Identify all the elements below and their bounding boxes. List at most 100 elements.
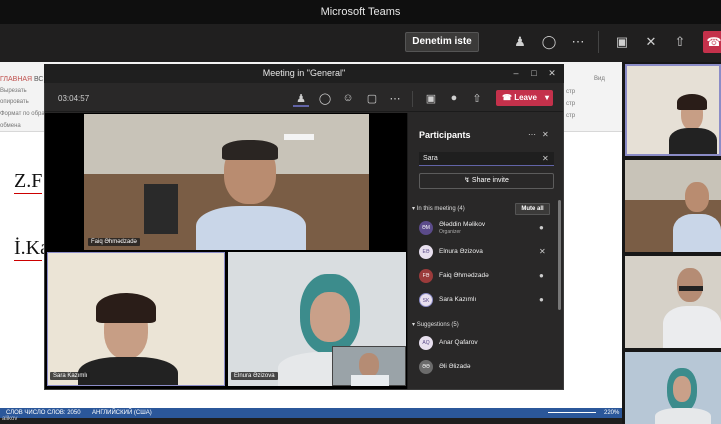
rooms-icon[interactable]: ▢	[364, 92, 380, 105]
meeting-share-icon[interactable]: ⇧	[469, 92, 485, 105]
word-right-line-3: стр	[566, 113, 576, 119]
word-format-painter[interactable]: Формат по образ	[0, 111, 47, 117]
video-tile-faiq[interactable]	[84, 114, 369, 250]
chevron-down-icon[interactable]: ▾	[545, 90, 549, 106]
avatar: SK	[419, 293, 433, 307]
participant-row[interactable]: EƏ Elnura Əzizova ✕	[419, 245, 554, 261]
suggestion-row[interactable]: ƏƏ Əli Əlizadə	[419, 360, 554, 376]
participant-role: Organizer	[439, 229, 461, 235]
chat-icon[interactable]: ◯	[317, 92, 333, 105]
leave-label: Leave	[514, 93, 537, 102]
word-body-line-1: Z.F	[14, 170, 43, 192]
mute-all-button[interactable]: Mute all	[515, 203, 550, 215]
participant-search-input[interactable]: Sara	[419, 152, 554, 166]
shirt	[196, 206, 306, 250]
participant-row[interactable]: SK Sara Kazımlı ●	[419, 293, 554, 309]
clear-search-icon[interactable]: ✕	[542, 154, 549, 163]
people-icon[interactable]: ♟	[511, 34, 529, 50]
word-copy[interactable]: опировать	[0, 99, 29, 105]
wall-screen	[144, 184, 178, 234]
participants-icon[interactable]: ♟	[293, 92, 309, 107]
word-clipboard-label: обмена	[0, 123, 21, 129]
mic-off-icon[interactable]: ✕	[642, 34, 660, 50]
video-tile-sara[interactable]	[47, 252, 225, 386]
phone-icon: ☎	[502, 93, 512, 102]
self-shirt	[351, 375, 389, 386]
glasses	[679, 286, 703, 291]
suggestions-section[interactable]: ▾ Suggestions (5)	[412, 321, 459, 328]
face	[677, 268, 703, 302]
suggestion-name: Anar Qafarov	[439, 339, 478, 346]
suggestion-row[interactable]: AQ Anar Qafarov	[419, 336, 554, 352]
hair	[677, 94, 707, 110]
window-title: Microsoft Teams	[0, 0, 721, 24]
participant-row[interactable]: ƏM Ələddin Məlikov Organizer ●	[419, 221, 554, 239]
meeting-camera-icon[interactable]: ▣	[423, 92, 439, 105]
meeting-bar-divider	[412, 91, 413, 107]
name-tag-faiq: Faiq Əhmədzadə	[88, 238, 140, 246]
avatar: ƏƏ	[419, 360, 433, 374]
avatar: AQ	[419, 336, 433, 350]
name-tag-sara: Sara Kazımlı	[50, 372, 91, 380]
maximize-icon[interactable]: □	[528, 68, 540, 78]
share-invite-label: Share invite	[471, 177, 509, 184]
word-right-line-1: стр	[566, 89, 576, 95]
share-invite-button[interactable]: ↯ Share invite	[419, 173, 554, 189]
leave-button[interactable]: ☎ Leave ▾	[496, 90, 553, 106]
participant-name: Ələddin Məlikov	[439, 221, 486, 228]
avatar: EƏ	[419, 245, 433, 259]
self-face	[359, 353, 379, 377]
participants-title: Participants	[419, 130, 471, 140]
spell-underline-2	[14, 260, 42, 261]
mic-icon: ●	[539, 271, 544, 280]
word-tab-insert[interactable]: ВС	[34, 76, 44, 83]
chat-bubbles-icon[interactable]: ◯	[540, 34, 558, 50]
word-language: АНГЛИЙСКИЙ (США)	[92, 410, 152, 416]
shirt	[663, 306, 721, 348]
shirt	[78, 357, 178, 385]
hangup-icon[interactable]: ☎	[703, 31, 721, 53]
meeting-timer: 03:04:57	[58, 94, 90, 103]
word-cut[interactable]: Вырезать	[0, 88, 27, 94]
close-icon[interactable]: ✕	[546, 68, 558, 79]
zoom-slider[interactable]	[548, 412, 596, 413]
toolbar-divider	[598, 31, 599, 53]
face	[673, 376, 691, 402]
request-control-button[interactable]: Denetim iste	[405, 32, 479, 52]
avatar: FƏ	[419, 269, 433, 283]
more-icon[interactable]: ⋯	[569, 34, 587, 50]
panel-scrollbar[interactable]	[558, 200, 561, 310]
panel-more-icon[interactable]: ⋯	[528, 130, 536, 139]
participant-row[interactable]: FƏ Faiq Əhmədzadə ●	[419, 269, 554, 285]
face	[310, 292, 350, 342]
gallery-tile-sara[interactable]	[625, 64, 721, 156]
shirt	[673, 214, 721, 252]
meeting-more-icon[interactable]: ⋯	[387, 92, 403, 105]
reactions-icon[interactable]: ☺	[340, 92, 356, 104]
share-icon[interactable]: ⇧	[671, 34, 689, 50]
gallery-tile-faiq[interactable]	[625, 160, 721, 252]
in-meeting-label: In this meeting (4)	[416, 206, 465, 212]
face	[685, 182, 709, 212]
word-tab-view[interactable]: Вид	[594, 76, 605, 82]
word-status-bar: СЛОВ ЧИСЛО СЛОВ: 2050 АНГЛИЙСКИЙ (США) 2…	[0, 408, 622, 418]
mic-icon: ●	[539, 223, 544, 232]
suggestion-name: Əli Əlizadə	[439, 363, 471, 370]
gallery-tile-participant[interactable]	[625, 256, 721, 348]
gallery-tile-elnura[interactable]	[625, 352, 721, 424]
in-meeting-section[interactable]: ▾ In this meeting (4)	[412, 205, 465, 212]
name-tag-elnura: Elnura Əzizova	[231, 372, 278, 380]
self-view-tile[interactable]	[332, 346, 406, 386]
panel-close-icon[interactable]: ✕	[542, 130, 549, 139]
word-tab-home[interactable]: ГЛАВНАЯ	[0, 76, 32, 83]
ceiling-light	[284, 134, 314, 140]
hair	[222, 140, 278, 160]
bottom-strip	[0, 418, 622, 424]
bottom-presenter-name: alikov	[2, 416, 18, 422]
video-tile-elnura[interactable]	[228, 252, 406, 386]
participant-name: Elnura Əzizova	[439, 248, 483, 255]
minimize-icon[interactable]: –	[510, 68, 522, 78]
camera-icon[interactable]: ▣	[613, 34, 631, 50]
word-zoom: 220%	[604, 410, 620, 416]
meeting-mic-icon[interactable]: ●	[446, 92, 462, 104]
